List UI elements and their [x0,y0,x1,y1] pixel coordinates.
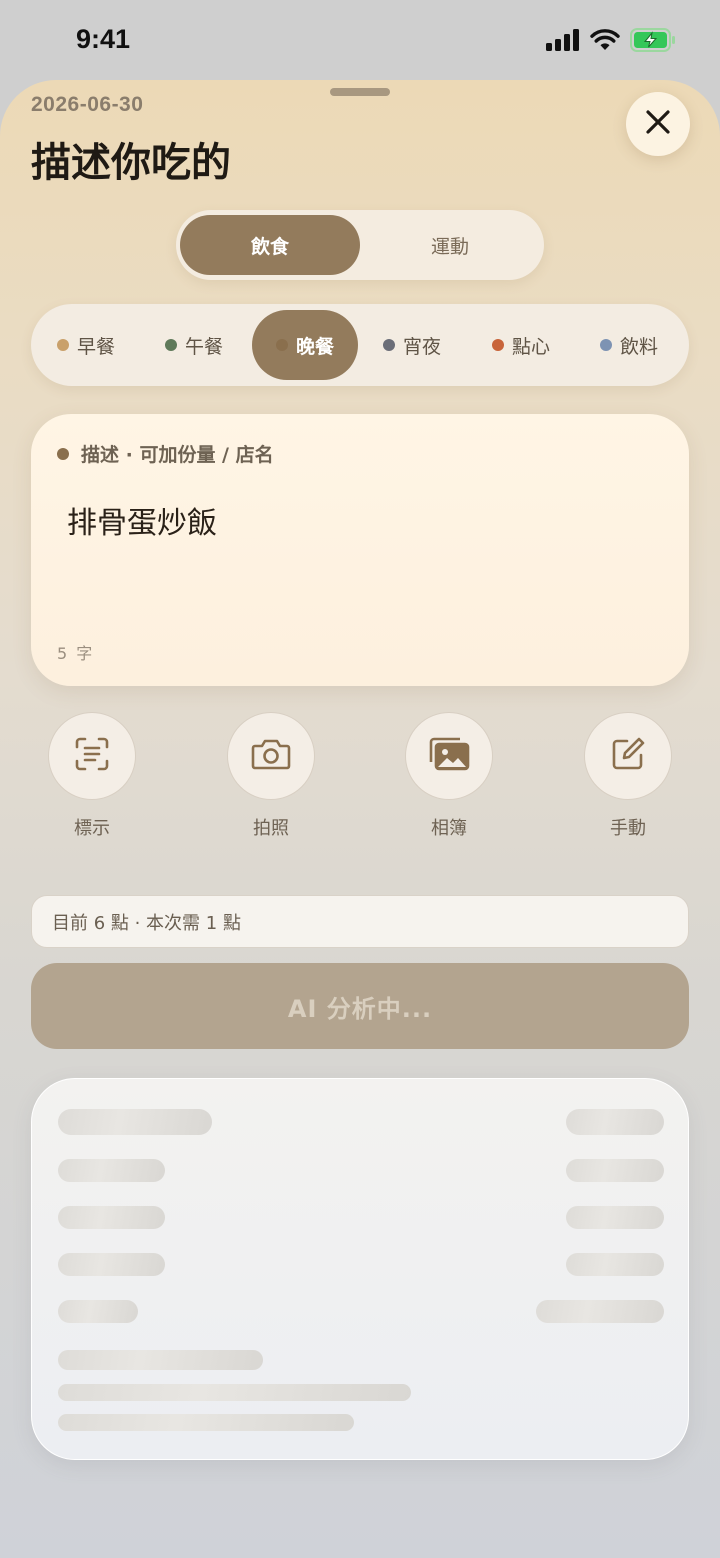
char-count: 5 字 [57,644,95,663]
label-scan-action[interactable]: 標示 [47,712,137,840]
date-label: 2026-06-30 [31,93,144,116]
photo-album-action[interactable]: 相簿 [404,712,494,840]
skeleton-line [58,1350,263,1370]
mode-segmented-control: 飲食 運動 [176,210,544,280]
meal-chip-breakfast[interactable]: 早餐 [33,310,139,380]
tab-diet[interactable]: 飲食 [180,215,360,275]
skeleton-line [536,1300,664,1323]
skeleton-line [58,1414,354,1431]
meal-chip-label: 宵夜 [402,335,441,358]
cellular-signal-icon [546,29,580,51]
skeleton-line [58,1384,411,1401]
skeleton-line [58,1206,165,1229]
description-value[interactable]: 排骨蛋炒飯 [67,498,217,542]
action-label: 拍照 [253,818,289,839]
skeleton-line [566,1159,664,1182]
skeleton-line [566,1109,664,1135]
skeleton-line [58,1253,165,1276]
meal-chip-label: 午餐 [184,335,223,358]
meal-chip-label: 點心 [511,335,550,358]
meal-chip-snack[interactable]: 點心 [468,310,574,380]
meal-chip-dinner[interactable]: 晚餐 [252,310,358,380]
meal-chip-drink[interactable]: 飲料 [576,310,682,380]
description-input[interactable]: 描述 · 可加份量 / 店名 排骨蛋炒飯 5 字 [31,414,689,686]
action-label: 手動 [610,818,646,839]
skeleton-line [566,1253,664,1276]
close-button[interactable] [626,92,690,156]
points-balance: 目前 6 點 · 本次需 1 點 [31,895,689,948]
camera-icon [251,737,291,775]
meal-chip-late-night[interactable]: 宵夜 [359,310,465,380]
meal-color-dot [164,339,177,351]
analysis-result-skeleton [31,1078,689,1460]
meal-color-dot [599,339,612,351]
close-icon [645,109,671,139]
meal-type-selector: 早餐 午餐 晚餐 宵夜 點心 飲料 [31,304,689,386]
action-label: 相簿 [431,818,467,839]
skeleton-line [58,1159,165,1182]
log-meal-sheet: 2026-06-30 描述你吃的 飲食 運動 早餐 午餐 晚餐 宵夜 點心 飲料… [0,80,720,1558]
scan-text-icon [74,736,110,776]
action-label: 標示 [74,818,110,839]
battery-charging-icon [630,28,676,52]
photo-album-button[interactable] [405,712,493,800]
meal-chip-label: 晚餐 [295,335,334,358]
camera-button[interactable] [227,712,315,800]
meal-color-dot [56,339,69,351]
status-time: 9:41 [76,24,131,54]
meal-color-dot [491,339,504,351]
description-dot [57,447,69,460]
photo-album-icon [427,736,471,776]
meal-chip-label: 早餐 [76,335,115,358]
manual-entry-action[interactable]: 手動 [583,712,673,840]
edit-icon [610,736,646,776]
skeleton-line [566,1206,664,1229]
skeleton-line [58,1300,138,1323]
tab-exercise[interactable]: 運動 [360,215,540,275]
wifi-icon [590,29,620,51]
meal-chip-label: 飲料 [619,335,658,358]
description-label: 描述 · 可加份量 / 店名 [81,444,274,466]
status-icons [546,28,676,52]
label-scan-button[interactable] [48,712,136,800]
description-label-row: 描述 · 可加份量 / 店名 [57,440,274,467]
analyze-button[interactable]: AI 分析中... [31,963,689,1049]
skeleton-line [58,1109,212,1135]
meal-chip-lunch[interactable]: 午餐 [141,310,247,380]
manual-entry-button[interactable] [584,712,672,800]
camera-action[interactable]: 拍照 [226,712,316,840]
meal-color-dot [382,339,395,351]
page-title: 描述你吃的 [31,140,231,186]
meal-color-dot [275,339,288,351]
status-bar: 9:41 [0,0,720,80]
sheet-grabber[interactable] [330,88,390,96]
